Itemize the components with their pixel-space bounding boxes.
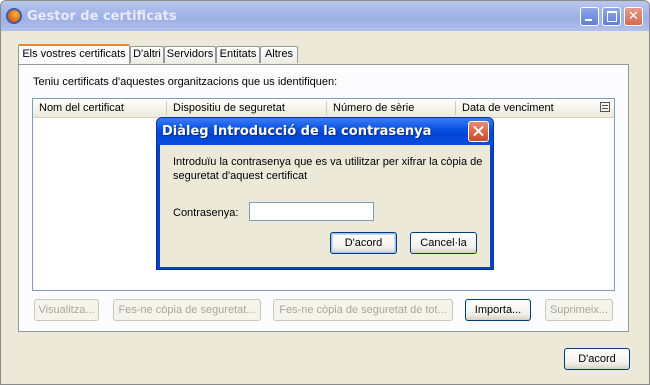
window-title: Gestor de certificats	[27, 9, 177, 24]
close-button[interactable]: ✕	[624, 7, 643, 26]
password-label: Contrasenya:	[173, 207, 239, 219]
column-picker-icon[interactable]	[600, 102, 610, 112]
view-button[interactable]: Visualitza...	[34, 299, 99, 321]
maximize-button[interactable]	[602, 7, 621, 26]
dialog-title-bar[interactable]: Diàleg Introducció de la contrasenya	[157, 118, 493, 145]
dialog-title: Diàleg Introducció de la contrasenya	[162, 124, 432, 139]
dialog-close-icon[interactable]	[468, 121, 489, 142]
maximize-icon	[603, 8, 620, 25]
tab-other[interactable]: Altres	[260, 46, 298, 63]
column-certificate-name[interactable]: Nom del certificat	[33, 101, 124, 115]
tab-others[interactable]: D'altri	[130, 46, 164, 63]
list-header: Nom del certificat Dispositiu de seguret…	[33, 99, 614, 118]
minimize-icon	[581, 8, 598, 25]
password-dialog: Diàleg Introducció de la contrasenya Int…	[156, 117, 494, 270]
dialog-body: Introduïu la contrasenya que es va utili…	[160, 145, 490, 267]
tab-your-certificates[interactable]: Els vostres certificats	[18, 44, 130, 64]
ok-button[interactable]: D'acord	[564, 348, 630, 370]
dialog-ok-button[interactable]: D'acord	[330, 232, 397, 254]
column-serial-number[interactable]: Número de sèrie	[326, 101, 414, 115]
password-input[interactable]	[249, 202, 374, 221]
delete-button[interactable]: Suprimeix...	[545, 299, 613, 321]
column-security-device[interactable]: Dispositiu de seguretat	[166, 101, 285, 115]
backup-button[interactable]: Fes-ne còpia de seguretat...	[113, 299, 261, 321]
minimize-button[interactable]	[580, 7, 599, 26]
dialog-message: Introduïu la contrasenya que es va utili…	[173, 156, 483, 182]
panel-intro-text: Teniu certificats d'aquestes organitzaci…	[33, 76, 338, 88]
backup-all-button[interactable]: Fes-ne còpia de seguretat de tot...	[273, 299, 453, 321]
tab-authorities[interactable]: Entitats	[216, 46, 260, 63]
tab-servers[interactable]: Servidors	[164, 46, 216, 63]
column-expiry-date[interactable]: Data de venciment	[455, 101, 554, 115]
firefox-icon	[6, 8, 22, 24]
dialog-cancel-button[interactable]: Cancel·la	[410, 232, 477, 254]
close-icon: ✕	[628, 9, 639, 24]
import-button[interactable]: Importa...	[465, 299, 531, 321]
title-bar[interactable]: Gestor de certificats ✕	[1, 1, 649, 31]
